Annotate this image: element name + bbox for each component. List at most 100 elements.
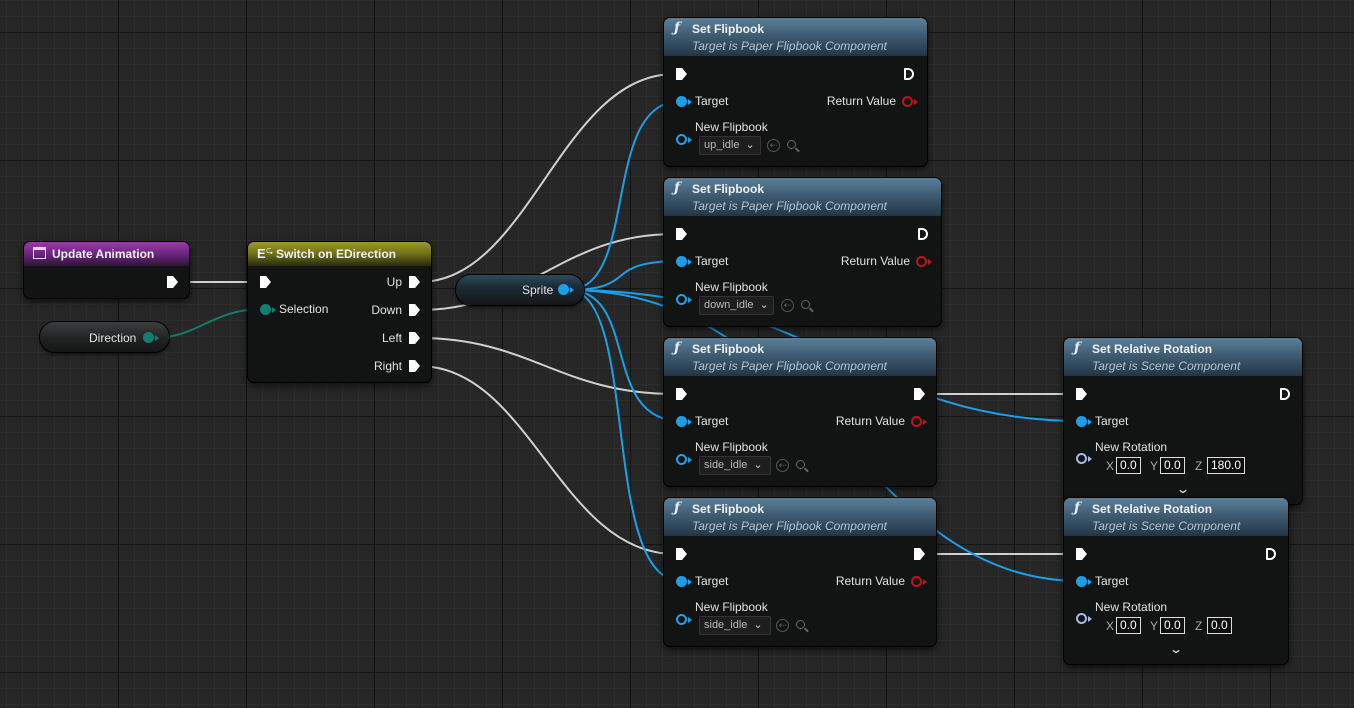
- browse-icon[interactable]: [787, 140, 796, 149]
- chevron-down-icon: ⌄: [753, 619, 763, 631]
- node-header[interactable]: ƒ Set Flipbook Target is Paper Flipbook …: [664, 498, 936, 536]
- new-rotation-pin[interactable]: [1076, 453, 1092, 464]
- target-pin[interactable]: [1076, 416, 1092, 427]
- switch-node-header[interactable]: E ⮎ Switch on EDirection: [248, 242, 431, 266]
- return-value-pin[interactable]: [911, 576, 927, 587]
- expand-chevron-icon[interactable]: ⌄: [1169, 642, 1183, 656]
- new-flipbook-label: New Flipbook: [695, 120, 768, 134]
- target-label: Target: [695, 94, 729, 108]
- exec-out-up-pin[interactable]: [409, 276, 420, 288]
- exec-out-pin[interactable]: [914, 388, 925, 400]
- x-axis-label: X: [1106, 459, 1115, 473]
- set-relative-rotation-node-left[interactable]: ƒ Set Relative Rotation Target is Scene …: [1064, 338, 1302, 504]
- flipbook-dropdown[interactable]: down_idle ⌄: [699, 296, 774, 315]
- new-rotation-pin[interactable]: [1076, 613, 1092, 624]
- sprite-variable-node[interactable]: Sprite: [456, 275, 584, 305]
- event-node-header[interactable]: Update Animation: [24, 242, 189, 266]
- node-title: Set Flipbook: [692, 22, 764, 36]
- node-header[interactable]: ƒ Set Relative Rotation Target is Scene …: [1064, 498, 1288, 536]
- rotation-y-input[interactable]: 0.0: [1160, 617, 1185, 634]
- exec-out-pin[interactable]: [904, 68, 914, 80]
- function-icon: ƒ: [674, 500, 681, 516]
- target-pin[interactable]: [676, 256, 692, 267]
- node-header[interactable]: ƒ Set Flipbook Target is Paper Flipbook …: [664, 338, 936, 376]
- new-flipbook-pin[interactable]: [676, 294, 692, 305]
- exec-in-pin[interactable]: [676, 388, 687, 400]
- node-subtitle: Target is Paper Flipbook Component: [692, 39, 887, 53]
- use-selected-icon[interactable]: ⇠: [781, 299, 794, 312]
- target-label: Target: [1095, 574, 1129, 588]
- sprite-output-pin[interactable]: [558, 284, 574, 295]
- browse-icon[interactable]: [796, 460, 805, 469]
- return-value-pin[interactable]: [902, 96, 918, 107]
- y-axis-label: Y: [1150, 459, 1159, 473]
- switch-node[interactable]: E ⮎ Switch on EDirection Selection Up Do…: [248, 242, 431, 382]
- node-title: Set Flipbook: [692, 182, 764, 196]
- set-flipbook-node-left[interactable]: ƒ Set Flipbook Target is Paper Flipbook …: [664, 338, 936, 486]
- use-selected-icon[interactable]: ⇠: [776, 459, 789, 472]
- target-pin[interactable]: [676, 416, 692, 427]
- y-axis-label: Y: [1150, 619, 1159, 633]
- event-node-update-animation[interactable]: Update Animation: [24, 242, 189, 298]
- target-pin[interactable]: [1076, 576, 1092, 587]
- set-flipbook-node-right[interactable]: ƒ Set Flipbook Target is Paper Flipbook …: [664, 498, 936, 646]
- output-label-left: Left: [381, 331, 402, 345]
- node-header[interactable]: ƒ Set Relative Rotation Target is Scene …: [1064, 338, 1302, 376]
- flipbook-value: down_idle: [704, 299, 754, 311]
- new-flipbook-pin[interactable]: [676, 134, 692, 145]
- function-icon: ƒ: [1074, 340, 1081, 356]
- exec-in-pin[interactable]: [676, 548, 687, 560]
- output-label-up: Up: [386, 275, 402, 289]
- flipbook-value: side_idle: [704, 459, 748, 471]
- set-flipbook-node-up[interactable]: ƒ Set Flipbook Target is Paper Flipbook …: [664, 18, 927, 166]
- rotation-z-input[interactable]: 180.0: [1207, 457, 1246, 474]
- exec-out-right-pin[interactable]: [409, 360, 420, 372]
- rotation-x-input[interactable]: 0.0: [1116, 457, 1141, 474]
- exec-out-down-pin[interactable]: [409, 304, 420, 316]
- browse-icon[interactable]: [801, 300, 810, 309]
- expand-chevron-icon[interactable]: ⌄: [1176, 482, 1190, 496]
- exec-in-pin[interactable]: [260, 276, 271, 288]
- exec-wire: [418, 337, 676, 395]
- direction-output-pin[interactable]: [143, 332, 159, 343]
- exec-out-left-pin[interactable]: [409, 332, 420, 344]
- node-header[interactable]: ƒ Set Flipbook Target is Paper Flipbook …: [664, 178, 941, 216]
- new-flipbook-pin[interactable]: [676, 614, 692, 625]
- set-flipbook-node-down[interactable]: ƒ Set Flipbook Target is Paper Flipbook …: [664, 178, 941, 326]
- set-relative-rotation-node-right[interactable]: ƒ Set Relative Rotation Target is Scene …: [1064, 498, 1288, 664]
- exec-out-pin[interactable]: [914, 548, 925, 560]
- rotation-x-input[interactable]: 0.0: [1116, 617, 1141, 634]
- return-value-pin[interactable]: [916, 256, 932, 267]
- direction-variable-node[interactable]: Direction: [40, 322, 169, 352]
- selection-pin[interactable]: [260, 304, 276, 315]
- exec-in-pin[interactable]: [1076, 388, 1087, 400]
- node-header[interactable]: ƒ Set Flipbook Target is Paper Flipbook …: [664, 18, 927, 56]
- target-pin[interactable]: [676, 576, 692, 587]
- function-icon: ƒ: [674, 180, 681, 196]
- flipbook-dropdown[interactable]: side_idle ⌄: [699, 616, 771, 635]
- exec-out-pin[interactable]: [918, 228, 928, 240]
- flipbook-dropdown[interactable]: side_idle ⌄: [699, 456, 771, 475]
- exec-wire: [418, 73, 676, 283]
- new-rotation-label: New Rotation: [1095, 440, 1168, 454]
- return-value-label: Return Value: [826, 94, 896, 108]
- exec-out-pin[interactable]: [1266, 548, 1276, 560]
- use-selected-icon[interactable]: ⇠: [776, 619, 789, 632]
- exec-in-pin[interactable]: [676, 68, 687, 80]
- output-label-down: Down: [371, 303, 402, 317]
- return-value-pin[interactable]: [911, 416, 927, 427]
- exec-in-pin[interactable]: [676, 228, 687, 240]
- rotation-z-input[interactable]: 0.0: [1207, 617, 1232, 634]
- function-icon: ƒ: [674, 20, 681, 36]
- target-pin[interactable]: [676, 96, 692, 107]
- sprite-label: Sprite: [522, 283, 554, 297]
- selection-label: Selection: [279, 302, 329, 316]
- flipbook-dropdown[interactable]: up_idle ⌄: [699, 136, 761, 155]
- exec-out-pin[interactable]: [1280, 388, 1290, 400]
- rotation-y-input[interactable]: 0.0: [1160, 457, 1185, 474]
- new-flipbook-pin[interactable]: [676, 454, 692, 465]
- browse-icon[interactable]: [796, 620, 805, 629]
- use-selected-icon[interactable]: ⇠: [767, 139, 780, 152]
- exec-out-pin[interactable]: [167, 276, 178, 288]
- exec-in-pin[interactable]: [1076, 548, 1087, 560]
